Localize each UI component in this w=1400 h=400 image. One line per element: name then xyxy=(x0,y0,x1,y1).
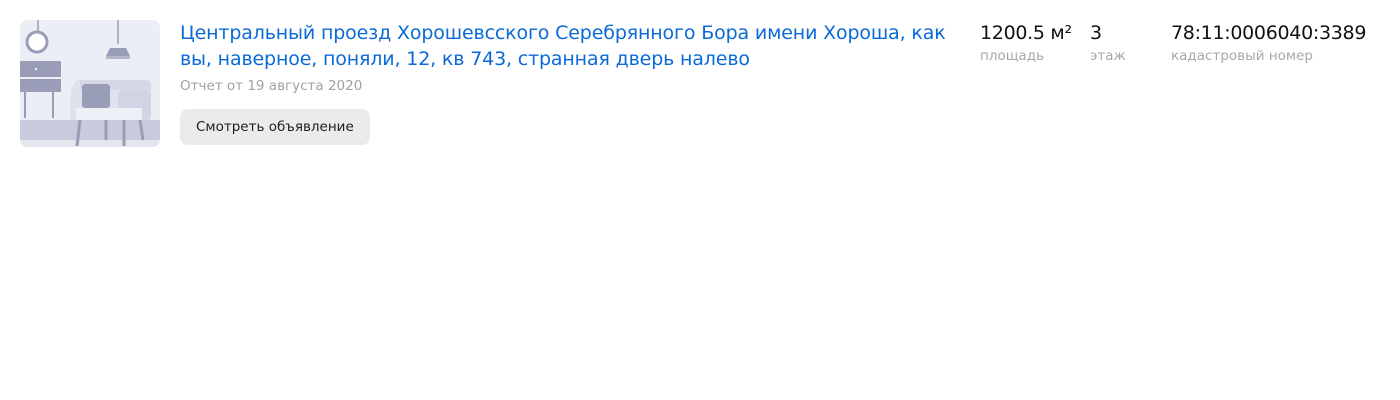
cadastral-stat: 78:11:0006040:3389 кадастровый номер xyxy=(1171,20,1366,65)
cadastral-number-label: кадастровый номер xyxy=(1171,48,1313,64)
cadastral-number-value[interactable]: 78:11:0006040:3389 xyxy=(1171,20,1366,46)
interior-illustration-icon xyxy=(20,20,160,147)
report-date: Отчет от 19 августа 2020 xyxy=(180,78,363,94)
listing-thumbnail[interactable] xyxy=(20,20,160,147)
listing-title-link[interactable]: Центральный проезд Хорошевсского Серебря… xyxy=(180,20,960,72)
area-value: 1200.5 м² xyxy=(980,22,1072,44)
floor-stat: 3 этаж xyxy=(1090,20,1126,65)
area-label: площадь xyxy=(980,48,1044,64)
floor-label: этаж xyxy=(1090,48,1126,64)
listing-info: Центральный проезд Хорошевсского Серебря… xyxy=(180,20,960,145)
area-stat: 1200.5 м² площадь xyxy=(980,20,1072,65)
report-card: Центральный проезд Хорошевсского Серебря… xyxy=(0,0,1400,400)
view-listing-button[interactable]: Смотреть объявление xyxy=(180,109,370,145)
floor-value: 3 xyxy=(1090,22,1102,44)
